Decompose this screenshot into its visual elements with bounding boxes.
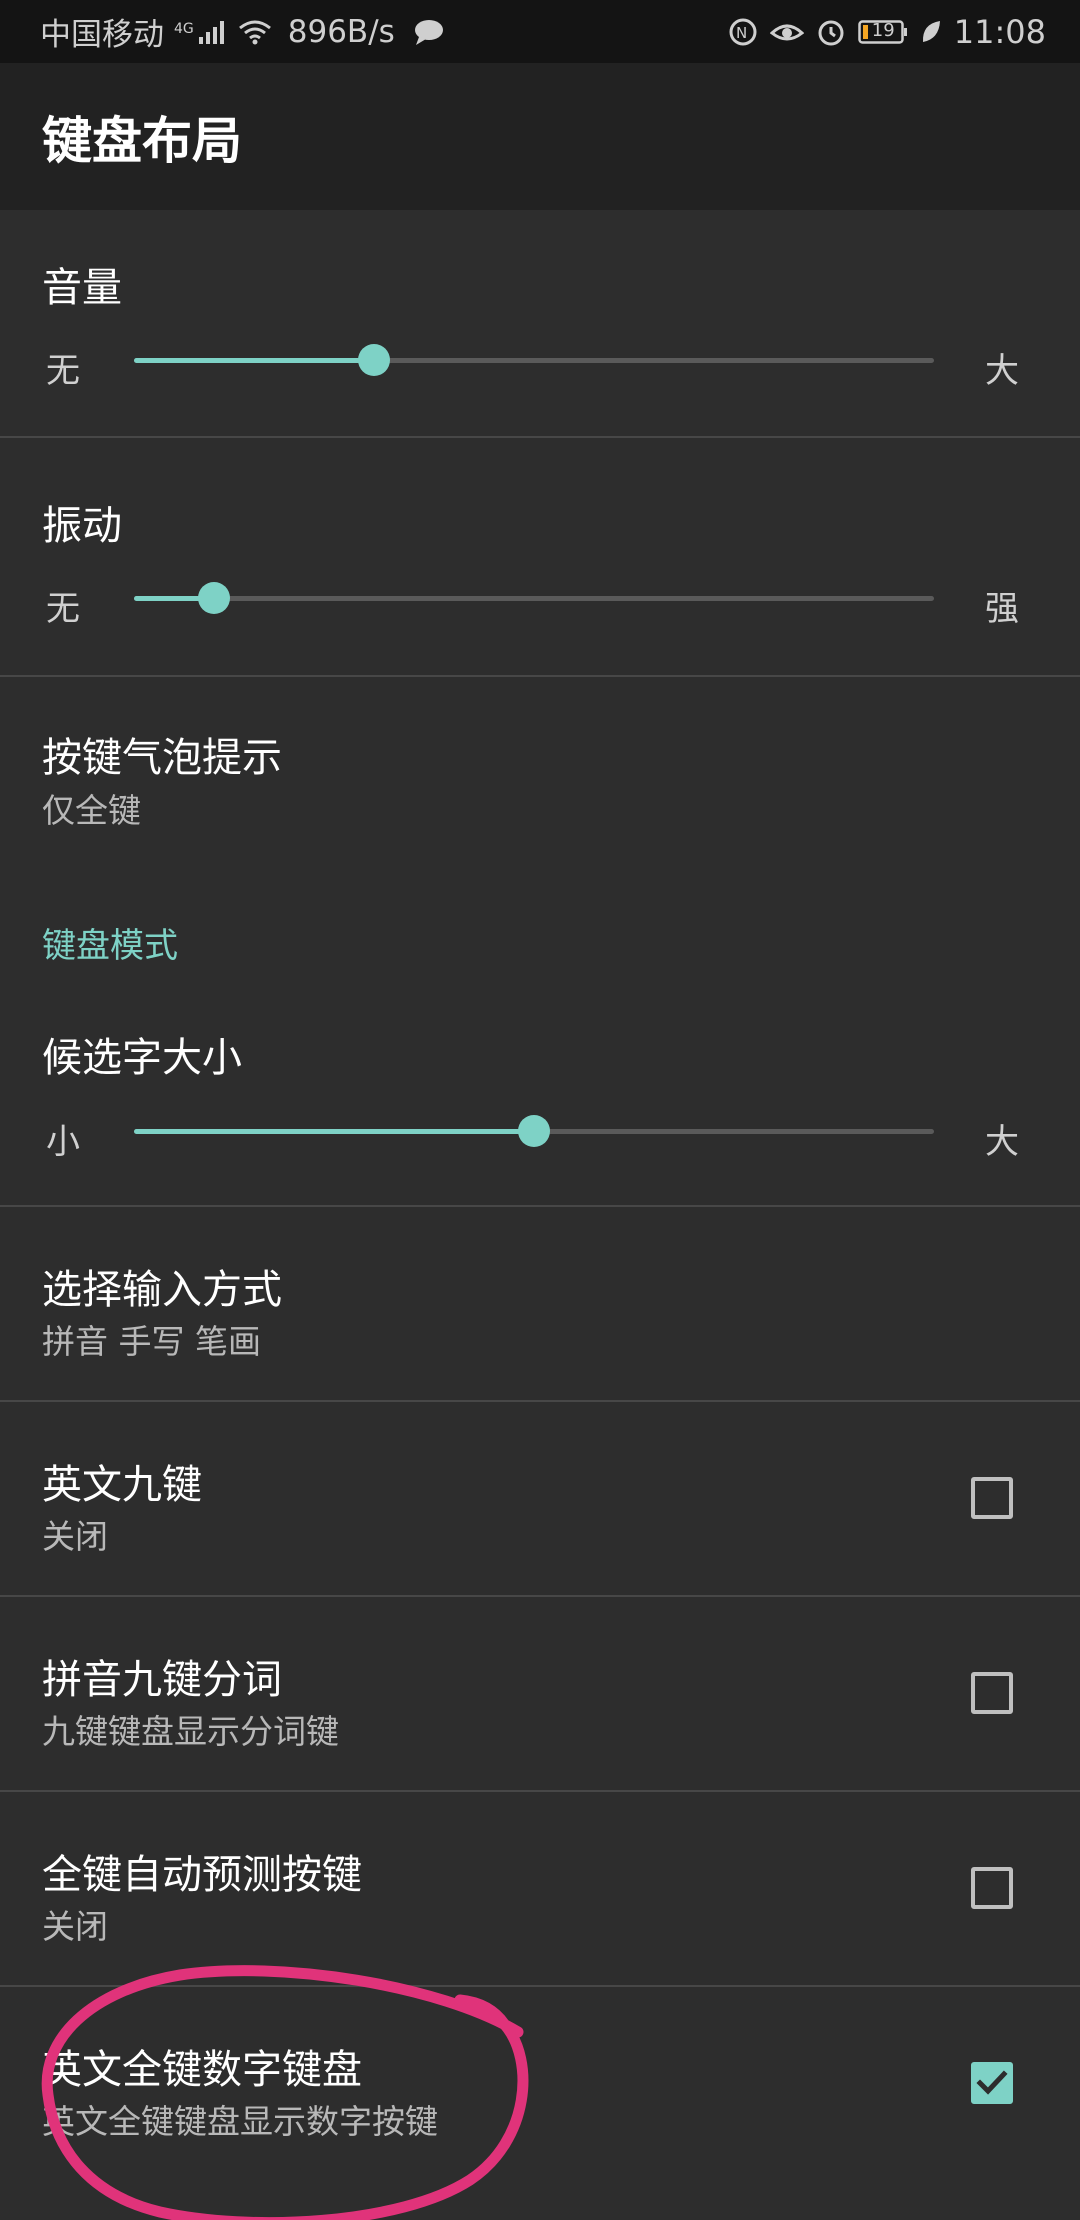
english-nine-key-preference[interactable]: 英文九键 关闭	[0, 1402, 1080, 1595]
pinyin-nine-key-split-checkbox[interactable]	[971, 1672, 1013, 1714]
network-type-label: 4G	[174, 21, 194, 37]
category-header-keyboard-mode: 键盘模式	[42, 926, 178, 966]
input-method-summary: 拼音 手写 笔画	[42, 1322, 261, 1361]
volume-title: 音量	[42, 265, 122, 311]
eye-comfort-icon	[769, 19, 804, 45]
input-method-preference[interactable]: 选择输入方式 拼音 手写 笔画	[0, 1207, 1080, 1400]
svg-text:N: N	[736, 24, 747, 42]
english-full-numeric-checkbox[interactable]	[971, 2062, 1013, 2104]
clock-label: 11:08	[953, 12, 1046, 51]
pinyin-nine-key-split-title: 拼音九键分词	[42, 1657, 282, 1703]
power-saving-leaf-icon	[920, 19, 942, 45]
volume-min-label: 无	[46, 351, 80, 391]
battery-level-label: 19	[871, 19, 895, 41]
signal-icon	[198, 19, 228, 45]
key-popup-preference[interactable]: 按键气泡提示 仅全键	[0, 677, 1080, 867]
full-key-prediction-title: 全键自动预测按键	[42, 1852, 362, 1898]
status-bar: 中国移动 4G 896B/s N 19 11:08	[0, 0, 1080, 63]
candidate-size-max-label: 大	[985, 1122, 1019, 1162]
english-nine-key-title: 英文九键	[42, 1462, 202, 1508]
app-bar: 键盘布局	[0, 63, 1080, 210]
vibration-slider[interactable]	[134, 582, 934, 614]
pinyin-nine-key-split-preference[interactable]: 拼音九键分词 九键键盘显示分词键	[0, 1597, 1080, 1790]
input-method-title: 选择输入方式	[42, 1267, 282, 1313]
english-nine-key-summary: 关闭	[42, 1517, 108, 1556]
nfc-icon: N	[728, 17, 758, 47]
vibration-title: 振动	[42, 503, 122, 549]
candidate-size-slider-thumb[interactable]	[518, 1115, 550, 1147]
battery-icon: 19	[858, 19, 908, 45]
english-full-numeric-preference[interactable]: 英文全键数字键盘 英文全键键盘显示数字按键	[0, 1987, 1080, 2220]
vibration-min-label: 无	[46, 589, 80, 629]
full-key-prediction-summary: 关闭	[42, 1907, 108, 1946]
checkmark-icon	[976, 2070, 1008, 2095]
volume-slider[interactable]	[134, 344, 934, 376]
candidate-size-preference: 候选字大小 小 大	[0, 985, 1080, 1205]
full-key-prediction-preference[interactable]: 全键自动预测按键 关闭	[0, 1792, 1080, 1985]
candidate-size-slider[interactable]	[134, 1115, 934, 1147]
full-key-prediction-checkbox[interactable]	[971, 1867, 1013, 1909]
pinyin-nine-key-split-summary: 九键键盘显示分词键	[42, 1712, 339, 1751]
alarm-icon	[816, 17, 846, 47]
candidate-size-slider-fill	[134, 1129, 534, 1134]
network-speed-label: 896B/s	[287, 13, 395, 50]
vibration-max-label: 强	[985, 589, 1019, 629]
volume-max-label: 大	[985, 351, 1019, 391]
page-title: 键盘布局	[42, 111, 242, 170]
english-full-numeric-summary: 英文全键键盘显示数字按键	[42, 2102, 438, 2141]
candidate-size-min-label: 小	[46, 1122, 80, 1162]
candidate-size-title: 候选字大小	[42, 1035, 242, 1081]
english-nine-key-checkbox[interactable]	[971, 1477, 1013, 1519]
volume-preference: 音量 无 大	[0, 210, 1080, 437]
volume-slider-thumb[interactable]	[358, 344, 390, 376]
wifi-icon	[238, 19, 272, 45]
carrier-label: 中国移动	[40, 17, 164, 53]
volume-slider-fill	[134, 358, 374, 363]
vibration-preference: 振动 无 强	[0, 438, 1080, 675]
key-popup-title: 按键气泡提示	[42, 735, 282, 781]
message-icon	[413, 18, 445, 46]
key-popup-summary: 仅全键	[42, 791, 141, 830]
english-full-numeric-title: 英文全键数字键盘	[42, 2047, 362, 2093]
vibration-slider-thumb[interactable]	[198, 582, 230, 614]
